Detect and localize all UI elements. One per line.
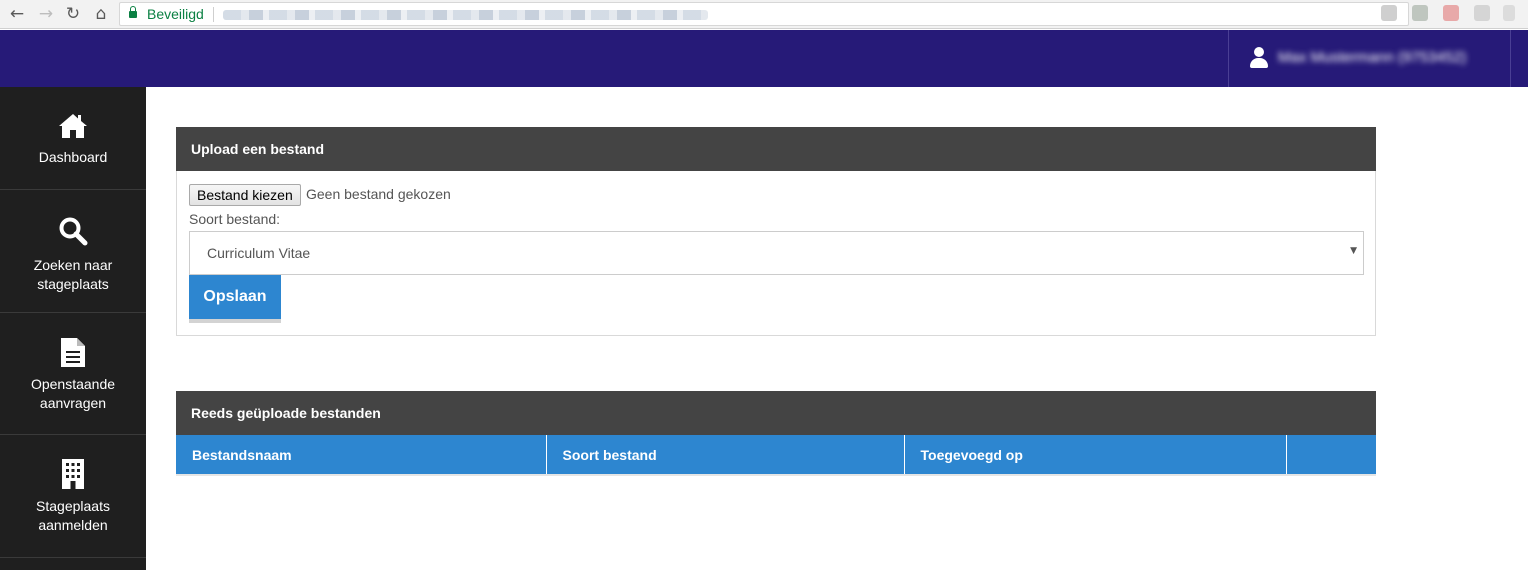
column-header-added: Toegevoegd op: [904, 435, 1287, 476]
sidebar-item-label: Stageplaats aanmelden: [36, 498, 110, 533]
home-icon[interactable]: ⌂: [90, 3, 112, 25]
sidebar-item-label: Dashboard: [38, 149, 108, 165]
table-header-row: Bestandsnaam Soort bestand Toegevoegd op: [176, 435, 1376, 476]
extension-icon[interactable]: [1443, 5, 1459, 21]
uploaded-files-panel: Reeds geüploade bestanden Bestandsnaam S…: [176, 391, 1376, 476]
upload-form: Bestand kiezen Geen bestand gekozen Soor…: [176, 171, 1376, 336]
sidebar-item-register[interactable]: Stageplaats aanmelden: [0, 435, 146, 558]
sidebar-item-search[interactable]: Zoeken naar stageplaats: [0, 190, 146, 313]
column-header-actions: [1286, 435, 1376, 476]
column-header-type: Soort bestand: [546, 435, 905, 476]
user-name: Max Mustermann (9753452): [1278, 49, 1467, 66]
sidebar-item-dashboard[interactable]: Dashboard: [0, 87, 146, 190]
url-text-blurred: [223, 10, 708, 20]
file-status: Geen bestand gekozen: [306, 186, 451, 202]
column-header-filename: Bestandsnaam: [176, 435, 547, 476]
url-separator: [213, 7, 214, 22]
back-icon[interactable]: ←: [6, 3, 28, 25]
sidebar-item-requests[interactable]: Openstaande aanvragen: [0, 313, 146, 435]
app-header: Max Mustermann (9753452): [0, 30, 1528, 87]
file-type-label: Soort bestand:: [189, 211, 281, 227]
file-type-value: Curriculum Vitae: [207, 245, 311, 261]
reload-icon[interactable]: ↻: [62, 3, 84, 25]
forward-icon[interactable]: →: [35, 3, 57, 25]
choose-file-button[interactable]: Bestand kiezen: [189, 184, 301, 206]
browser-toolbar: ← → ↻ ⌂ Beveiligd: [0, 0, 1528, 29]
address-bar[interactable]: Beveiligd: [119, 2, 1409, 26]
extension-icon[interactable]: [1381, 5, 1397, 21]
upload-panel-title: Upload een bestand: [176, 127, 1376, 171]
chevron-down-icon: ▼: [1350, 246, 1357, 256]
extension-icon[interactable]: [1412, 5, 1428, 21]
lock-icon: [129, 6, 137, 19]
uploaded-files-title: Reeds geüploade bestanden: [176, 391, 1376, 435]
search-icon: [57, 215, 89, 247]
home-icon: [58, 112, 88, 140]
sidebar: Dashboard Zoeken naar stageplaats Openst…: [0, 87, 146, 570]
file-type-select[interactable]: Curriculum Vitae ▼: [189, 231, 1364, 275]
building-icon: [60, 458, 86, 490]
sidebar-item-label: Zoeken naar stageplaats: [33, 257, 113, 292]
upload-panel: Upload een bestand Bestand kiezen Geen b…: [176, 127, 1376, 336]
save-button[interactable]: Opslaan: [189, 275, 281, 323]
user-icon: [1249, 47, 1269, 69]
user-menu[interactable]: Max Mustermann (9753452): [1228, 30, 1511, 87]
extension-icon[interactable]: [1474, 5, 1490, 21]
secure-label: Beveiligd: [147, 6, 204, 22]
sidebar-item-label: Openstaande aanvragen: [30, 376, 116, 411]
menu-icon[interactable]: [1503, 5, 1515, 21]
uploaded-files-table: Bestandsnaam Soort bestand Toegevoegd op: [176, 435, 1376, 476]
document-icon: [60, 336, 86, 368]
